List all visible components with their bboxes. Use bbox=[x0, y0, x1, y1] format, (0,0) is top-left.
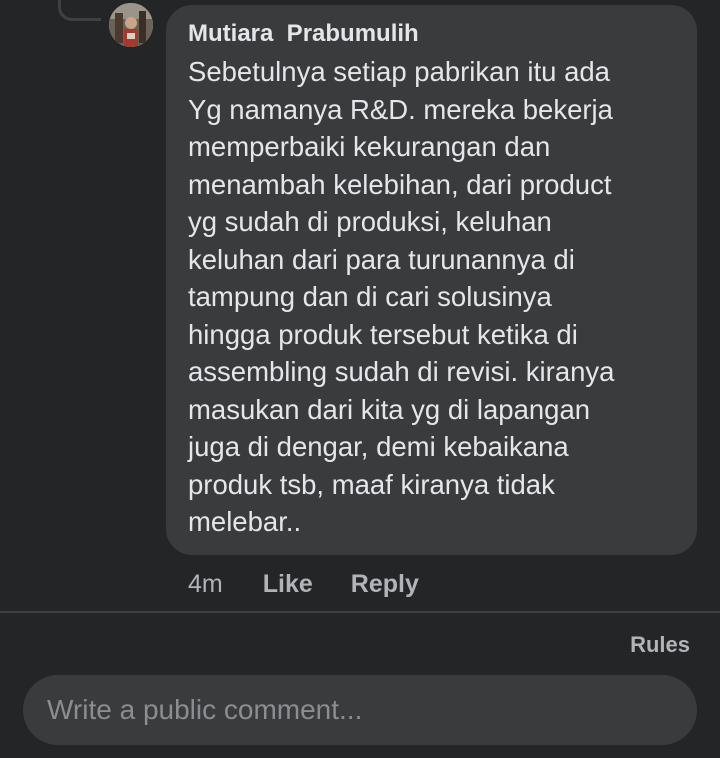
comment-actions: 4m Like Reply bbox=[188, 566, 457, 602]
reply-thread-connector bbox=[58, 0, 101, 21]
avatar-photo-icon bbox=[109, 3, 153, 47]
comment-input-placeholder: Write a public comment... bbox=[47, 694, 363, 725]
section-divider bbox=[0, 611, 720, 613]
comment-author-name[interactable]: Mutiara Prabumulih bbox=[188, 19, 675, 49]
reply-button[interactable]: Reply bbox=[351, 570, 419, 599]
avatar[interactable] bbox=[109, 3, 153, 47]
comment-timestamp[interactable]: 4m bbox=[188, 570, 223, 599]
rules-link[interactable]: Rules bbox=[630, 632, 690, 658]
like-button[interactable]: Like bbox=[263, 570, 313, 599]
comment-bubble: Mutiara Prabumulih Sebetulnya setiap pab… bbox=[166, 5, 697, 555]
public-comment-input[interactable]: Write a public comment... bbox=[23, 675, 697, 745]
comment-body-text: Sebetulnya setiap pabrikan itu ada Yg na… bbox=[188, 56, 615, 537]
